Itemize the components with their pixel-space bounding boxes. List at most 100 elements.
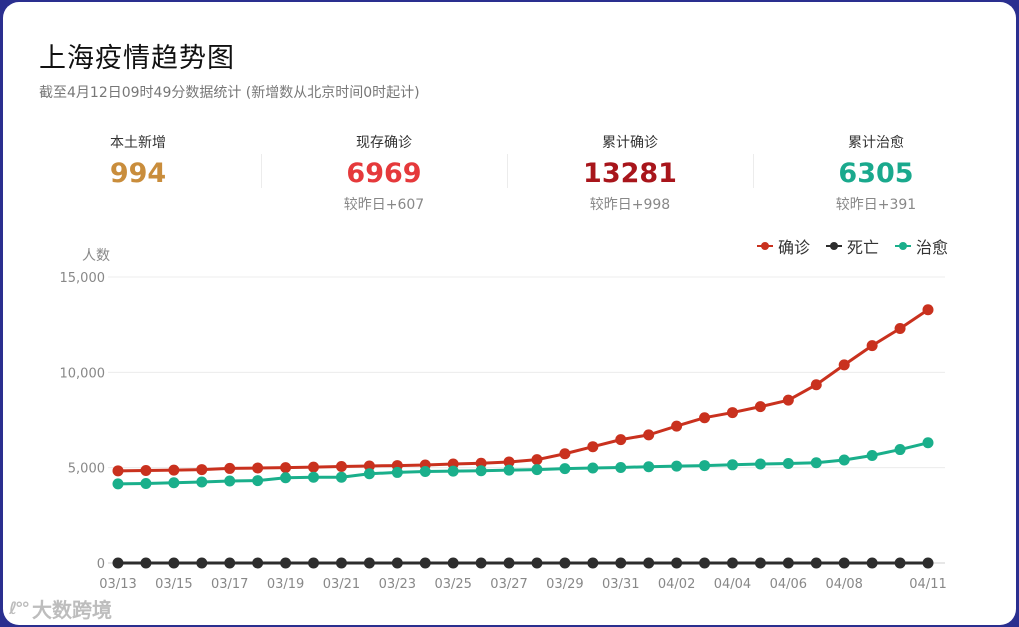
series-2-point — [363, 468, 375, 480]
series-0-point — [838, 359, 850, 371]
series-1-point — [447, 557, 459, 569]
series-line-2 — [117, 441, 929, 486]
series-2-point — [308, 471, 320, 483]
series-2-point — [503, 464, 515, 476]
series-1-point — [671, 557, 683, 569]
watermark-logo-icon: ℓ°° — [9, 598, 30, 619]
series-2-point — [335, 471, 347, 483]
series-1-point — [531, 557, 543, 569]
y-axis-label: 人数 — [82, 248, 110, 264]
y-tick-label: 0 — [97, 557, 105, 572]
series-0-point — [280, 462, 292, 474]
chart-card: 上海疫情趋势图 截至4月12日09时49分数据统计 (新增数从北京时间0时起计)… — [3, 2, 1016, 625]
series-2-point — [559, 463, 571, 475]
series-0-point — [810, 379, 822, 391]
series-2-point — [782, 457, 794, 469]
x-tick-label: 04/08 — [825, 577, 862, 592]
series-0-point — [224, 462, 236, 474]
series-1-point — [866, 557, 878, 569]
series-1-point — [922, 557, 934, 569]
x-tick-label: 04/02 — [658, 577, 695, 592]
series-0-point — [531, 454, 543, 466]
series-2-point — [168, 477, 180, 489]
series-2-point — [280, 472, 292, 484]
series-1-point — [168, 557, 180, 569]
x-tick-label: 03/25 — [434, 577, 471, 592]
series-1-point — [726, 557, 738, 569]
series-2-point — [224, 475, 236, 487]
series-line-0 — [117, 308, 929, 473]
x-tick-label: 03/23 — [379, 577, 416, 592]
series-1-point — [838, 557, 850, 569]
x-tick-label: 03/19 — [267, 577, 304, 592]
series-2-point — [754, 458, 766, 470]
series-2-point — [671, 460, 683, 472]
series-1-point — [419, 557, 431, 569]
series-0-point — [782, 394, 794, 406]
series-0-point — [699, 412, 711, 424]
y-tick-label: 5,000 — [68, 462, 105, 477]
x-tick-label: 04/11 — [909, 577, 946, 592]
series-1-point — [615, 557, 627, 569]
y-tick-label: 15,000 — [60, 271, 106, 286]
series-0-point — [754, 401, 766, 413]
series-1-point — [782, 557, 794, 569]
series-2-point — [419, 465, 431, 477]
x-tick-label: 03/15 — [155, 577, 192, 592]
x-tick-label: 03/21 — [323, 577, 360, 592]
series-0-point — [112, 465, 124, 477]
series-0-point — [335, 461, 347, 473]
series-0-point — [140, 465, 152, 477]
series-2-point — [475, 465, 487, 477]
x-tick-label: 03/17 — [211, 577, 248, 592]
x-tick-label: 03/27 — [490, 577, 527, 592]
series-1-point — [503, 557, 515, 569]
series-0-point — [587, 441, 599, 453]
x-tick-label: 04/06 — [770, 577, 807, 592]
series-1-point — [252, 557, 264, 569]
y-tick-label: 10,000 — [60, 366, 106, 381]
series-2-point — [866, 449, 878, 461]
series-2-point — [810, 457, 822, 469]
series-2-point — [531, 464, 543, 476]
series-2-point — [894, 444, 906, 456]
series-1-point — [363, 557, 375, 569]
series-0-point — [559, 448, 571, 460]
series-1-point — [475, 557, 487, 569]
x-tick-label: 03/13 — [99, 577, 136, 592]
series-2-point — [922, 437, 934, 449]
series-1-point — [587, 557, 599, 569]
series-0-point — [615, 434, 627, 446]
series-1-point — [643, 557, 655, 569]
series-1-point — [224, 557, 236, 569]
series-1-point — [391, 557, 403, 569]
series-2-point — [615, 461, 627, 473]
series-0-point — [922, 304, 934, 316]
series-1-point — [335, 557, 347, 569]
series-2-point — [140, 477, 152, 489]
series-1-point — [280, 557, 292, 569]
series-1-point — [308, 557, 320, 569]
line-chart: 0 5,000 10,000 15,000 人数 03/13 03/15 03/17 03/19… — [60, 248, 947, 592]
series-0-point — [252, 462, 264, 474]
series-2-point — [699, 460, 711, 472]
series-0-point — [894, 322, 906, 334]
series-2-point — [726, 459, 738, 471]
series-1-point — [699, 557, 711, 569]
watermark-text: 大数跨境 — [32, 598, 113, 622]
series-0-point — [168, 464, 180, 476]
series-2-point — [391, 466, 403, 478]
x-tick-label: 03/29 — [546, 577, 583, 592]
series-1-point — [112, 557, 124, 569]
series-1-point — [754, 557, 766, 569]
series-0-point — [866, 340, 878, 352]
x-tick-label: 04/04 — [714, 577, 751, 592]
series-2-point — [196, 476, 208, 488]
series-0-point — [196, 464, 208, 476]
series-1-point — [810, 557, 822, 569]
series-2-point — [587, 462, 599, 474]
series-2-point — [643, 461, 655, 473]
series-2-point — [447, 465, 459, 477]
series-0-point — [726, 407, 738, 419]
x-tick-label: 03/31 — [602, 577, 639, 592]
